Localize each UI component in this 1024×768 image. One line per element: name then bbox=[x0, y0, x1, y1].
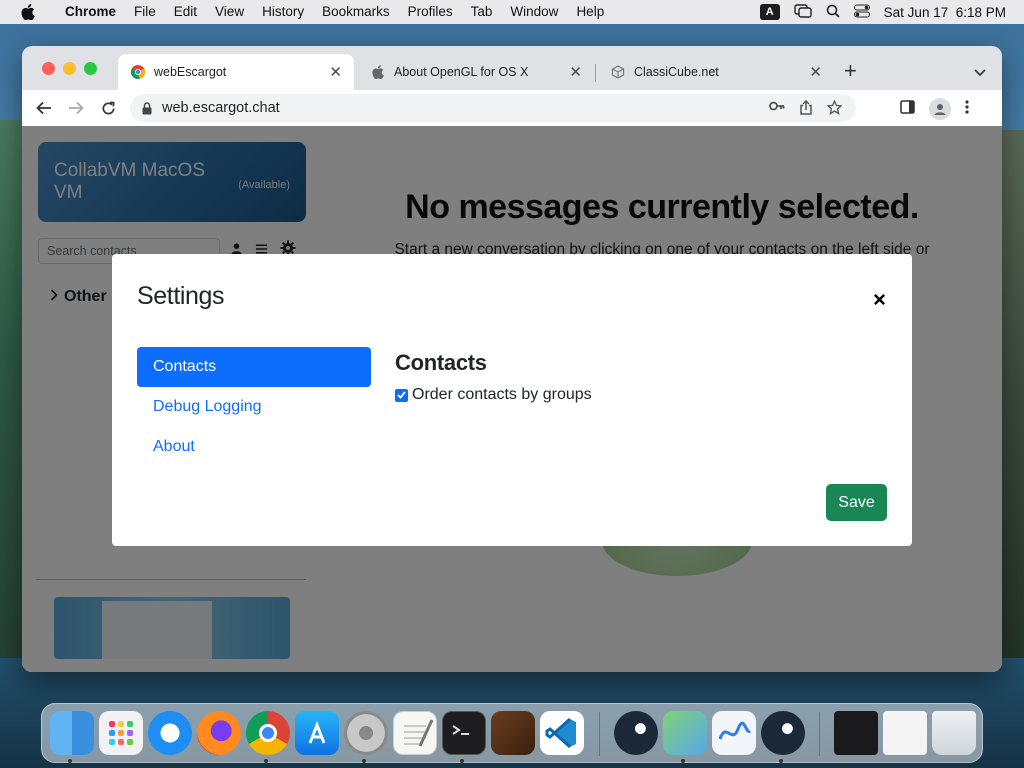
freeform-icon[interactable] bbox=[712, 711, 756, 755]
modal-title: Settings bbox=[137, 282, 225, 310]
minimized-window-thumbnail[interactable] bbox=[834, 711, 878, 755]
running-indicator bbox=[362, 759, 366, 763]
spotlight-search-icon[interactable] bbox=[826, 4, 840, 21]
menu-edit[interactable]: Edit bbox=[165, 0, 206, 24]
running-indicator bbox=[68, 759, 72, 763]
password-key-icon[interactable] bbox=[769, 100, 785, 119]
menu-bar: Chrome File Edit View History Bookmarks … bbox=[0, 0, 1024, 24]
settings-nav: Contacts Debug Logging About bbox=[137, 347, 371, 467]
tab-title: webEscargot bbox=[154, 65, 227, 79]
running-indicator bbox=[460, 759, 464, 763]
screen-mirroring-icon[interactable] bbox=[793, 3, 812, 21]
menu-tab[interactable]: Tab bbox=[462, 0, 502, 24]
tab-title: ClassiCube.net bbox=[634, 65, 719, 79]
apple-menu-icon[interactable] bbox=[0, 4, 56, 20]
more-menu-icon[interactable] bbox=[965, 99, 969, 119]
app-store-icon[interactable] bbox=[295, 711, 339, 755]
dock bbox=[41, 703, 983, 763]
order-by-groups-label[interactable]: Order contacts by groups bbox=[412, 386, 592, 404]
back-arrow-icon[interactable] bbox=[28, 101, 60, 115]
browser-toolbar: web.escargot.chat bbox=[22, 90, 1002, 126]
dock-separator bbox=[819, 712, 820, 756]
profile-avatar-icon[interactable] bbox=[929, 98, 951, 120]
page-content: CollabVM MacOS VM (Available) Search con… bbox=[22, 126, 1002, 672]
pane-title: Contacts bbox=[395, 350, 487, 375]
menu-help[interactable]: Help bbox=[567, 0, 613, 24]
input-source-indicator[interactable]: A bbox=[759, 4, 780, 20]
menubar-clock[interactable]: Sat Jun 17 6:18 PM bbox=[884, 5, 1006, 20]
menu-profiles[interactable]: Profiles bbox=[399, 0, 462, 24]
close-icon bbox=[873, 293, 885, 305]
tab-separator bbox=[595, 64, 596, 82]
control-center-icon[interactable] bbox=[853, 4, 870, 21]
settings-pane: Contacts Order contacts by groups bbox=[395, 350, 592, 404]
firefox-icon[interactable] bbox=[197, 711, 241, 755]
dock-separator bbox=[599, 712, 600, 756]
bookmark-star-icon[interactable] bbox=[826, 99, 843, 119]
forward-arrow-icon[interactable] bbox=[60, 101, 92, 115]
address-bar[interactable]: web.escargot.chat bbox=[130, 94, 856, 122]
trash-icon[interactable] bbox=[932, 711, 976, 755]
order-by-groups-checkbox[interactable] bbox=[395, 388, 408, 402]
running-indicator bbox=[264, 759, 268, 763]
close-tab-icon[interactable]: ✕ bbox=[569, 63, 582, 81]
launchpad-icon[interactable] bbox=[99, 711, 143, 755]
menu-file[interactable]: File bbox=[125, 0, 165, 24]
menu-chrome[interactable]: Chrome bbox=[56, 0, 125, 24]
lock-icon[interactable] bbox=[142, 101, 152, 115]
cube-favicon-icon bbox=[610, 64, 626, 80]
side-panel-icon[interactable] bbox=[900, 99, 915, 119]
menu-view[interactable]: View bbox=[206, 0, 253, 24]
settings-nav-debug-logging[interactable]: Debug Logging bbox=[137, 387, 371, 427]
steam-icon[interactable] bbox=[761, 711, 805, 755]
menu-bookmarks[interactable]: Bookmarks bbox=[313, 0, 399, 24]
new-tab-plus-icon[interactable]: + bbox=[844, 60, 857, 82]
window-controls bbox=[42, 62, 97, 75]
share-icon[interactable] bbox=[799, 99, 813, 119]
tab-search-chevron-icon[interactable] bbox=[974, 64, 986, 82]
terminal-icon[interactable] bbox=[442, 711, 486, 755]
minimized-document-thumbnail[interactable] bbox=[883, 711, 927, 755]
vscode-icon[interactable] bbox=[540, 711, 584, 755]
safari-icon[interactable] bbox=[148, 711, 192, 755]
url-text[interactable]: web.escargot.chat bbox=[162, 100, 280, 116]
chrome-icon[interactable] bbox=[246, 711, 290, 755]
close-tab-icon[interactable]: ✕ bbox=[329, 63, 342, 81]
tab-about-opengl[interactable]: About OpenGL for OS X ✕ bbox=[358, 54, 594, 90]
menu-history[interactable]: History bbox=[253, 0, 313, 24]
steam-icon[interactable] bbox=[614, 711, 658, 755]
tab-strip: webEscargot ✕ About OpenGL for OS X ✕ Cl… bbox=[22, 46, 1002, 90]
settings-nav-about[interactable]: About bbox=[137, 427, 371, 467]
garageband-icon[interactable] bbox=[491, 711, 535, 755]
system-preferences-icon[interactable] bbox=[344, 711, 388, 755]
chrome-favicon-icon bbox=[130, 64, 146, 80]
tab-title: About OpenGL for OS X bbox=[394, 65, 529, 79]
save-button[interactable]: Save bbox=[826, 484, 887, 521]
settings-modal: Settings Contacts Debug Logging About Co… bbox=[112, 254, 912, 546]
close-tab-icon[interactable]: ✕ bbox=[809, 63, 822, 81]
browser-window: webEscargot ✕ About OpenGL for OS X ✕ Cl… bbox=[22, 46, 1002, 672]
order-by-groups-option[interactable]: Order contacts by groups bbox=[395, 386, 592, 404]
close-window-button[interactable] bbox=[42, 62, 55, 75]
finder-icon[interactable] bbox=[50, 711, 94, 755]
menu-window[interactable]: Window bbox=[501, 0, 567, 24]
minimize-window-button[interactable] bbox=[63, 62, 76, 75]
maps-icon[interactable] bbox=[663, 711, 707, 755]
tab-webescargot[interactable]: webEscargot ✕ bbox=[118, 54, 354, 90]
running-indicator bbox=[681, 759, 685, 763]
zoom-window-button[interactable] bbox=[84, 62, 97, 75]
apple-favicon-icon bbox=[370, 64, 386, 80]
reload-icon[interactable] bbox=[92, 101, 124, 116]
tab-classicube[interactable]: ClassiCube.net ✕ bbox=[598, 54, 834, 90]
settings-nav-contacts[interactable]: Contacts bbox=[137, 347, 371, 387]
close-modal-button[interactable] bbox=[868, 288, 890, 310]
running-indicator bbox=[779, 759, 783, 763]
textedit-icon[interactable] bbox=[393, 711, 437, 755]
